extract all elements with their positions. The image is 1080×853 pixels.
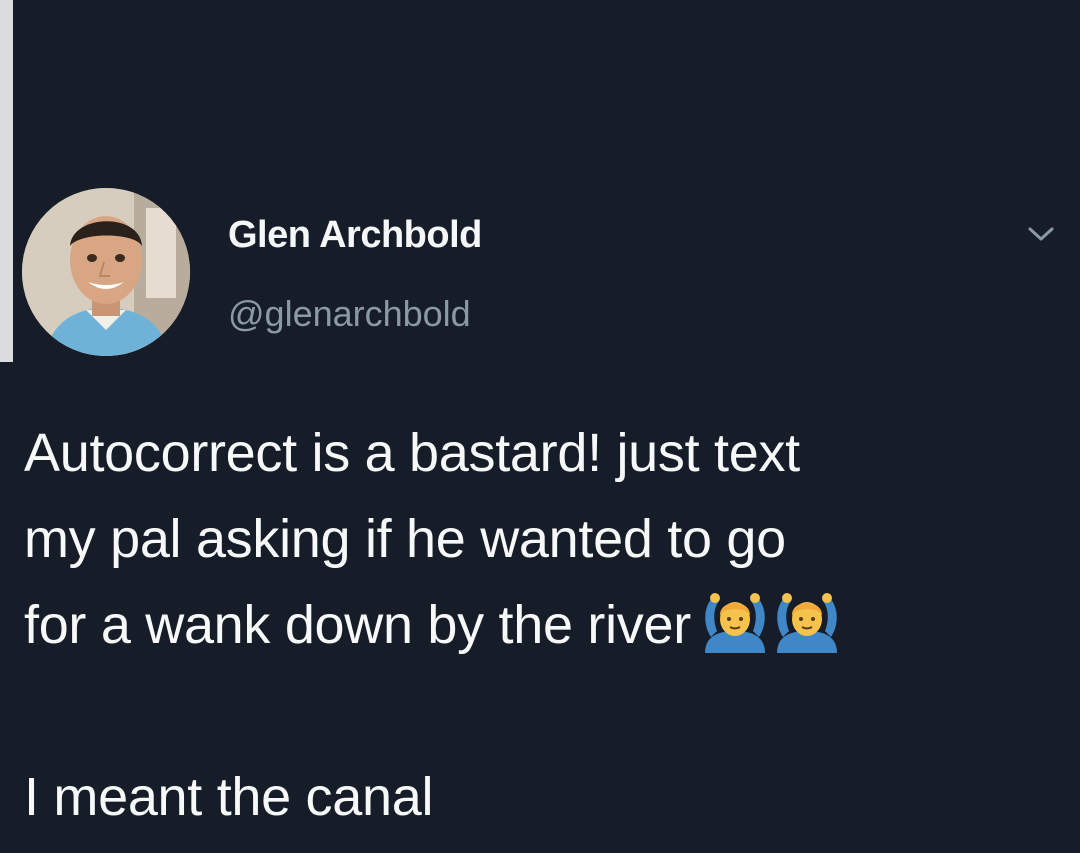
chevron-down-icon[interactable] — [1026, 222, 1056, 246]
tweet-text-line: Autocorrect is a bastard! just text — [24, 423, 800, 483]
profile-photo-icon — [22, 188, 190, 356]
tweet-text-line: my pal asking if he wanted to go — [24, 509, 786, 569]
tweet: Glen Archbold @glenarchbold Autocorrect … — [0, 0, 1080, 853]
tweet-text: Autocorrect is a bastard! just text my p… — [24, 410, 1064, 840]
avatar[interactable] — [22, 188, 190, 356]
tweet-text-line: for a wank down by the river — [24, 595, 691, 655]
tweet-text-last-line: I meant the canal — [24, 767, 434, 827]
man-gesturing-ok-icon — [773, 589, 841, 657]
man-gesturing-ok-icon — [701, 589, 769, 657]
user-handle[interactable]: @glenarchbold — [228, 293, 471, 335]
tweet-text-line-with-emoji: for a wank down by the river — [24, 582, 1064, 668]
display-name[interactable]: Glen Archbold — [228, 214, 482, 257]
